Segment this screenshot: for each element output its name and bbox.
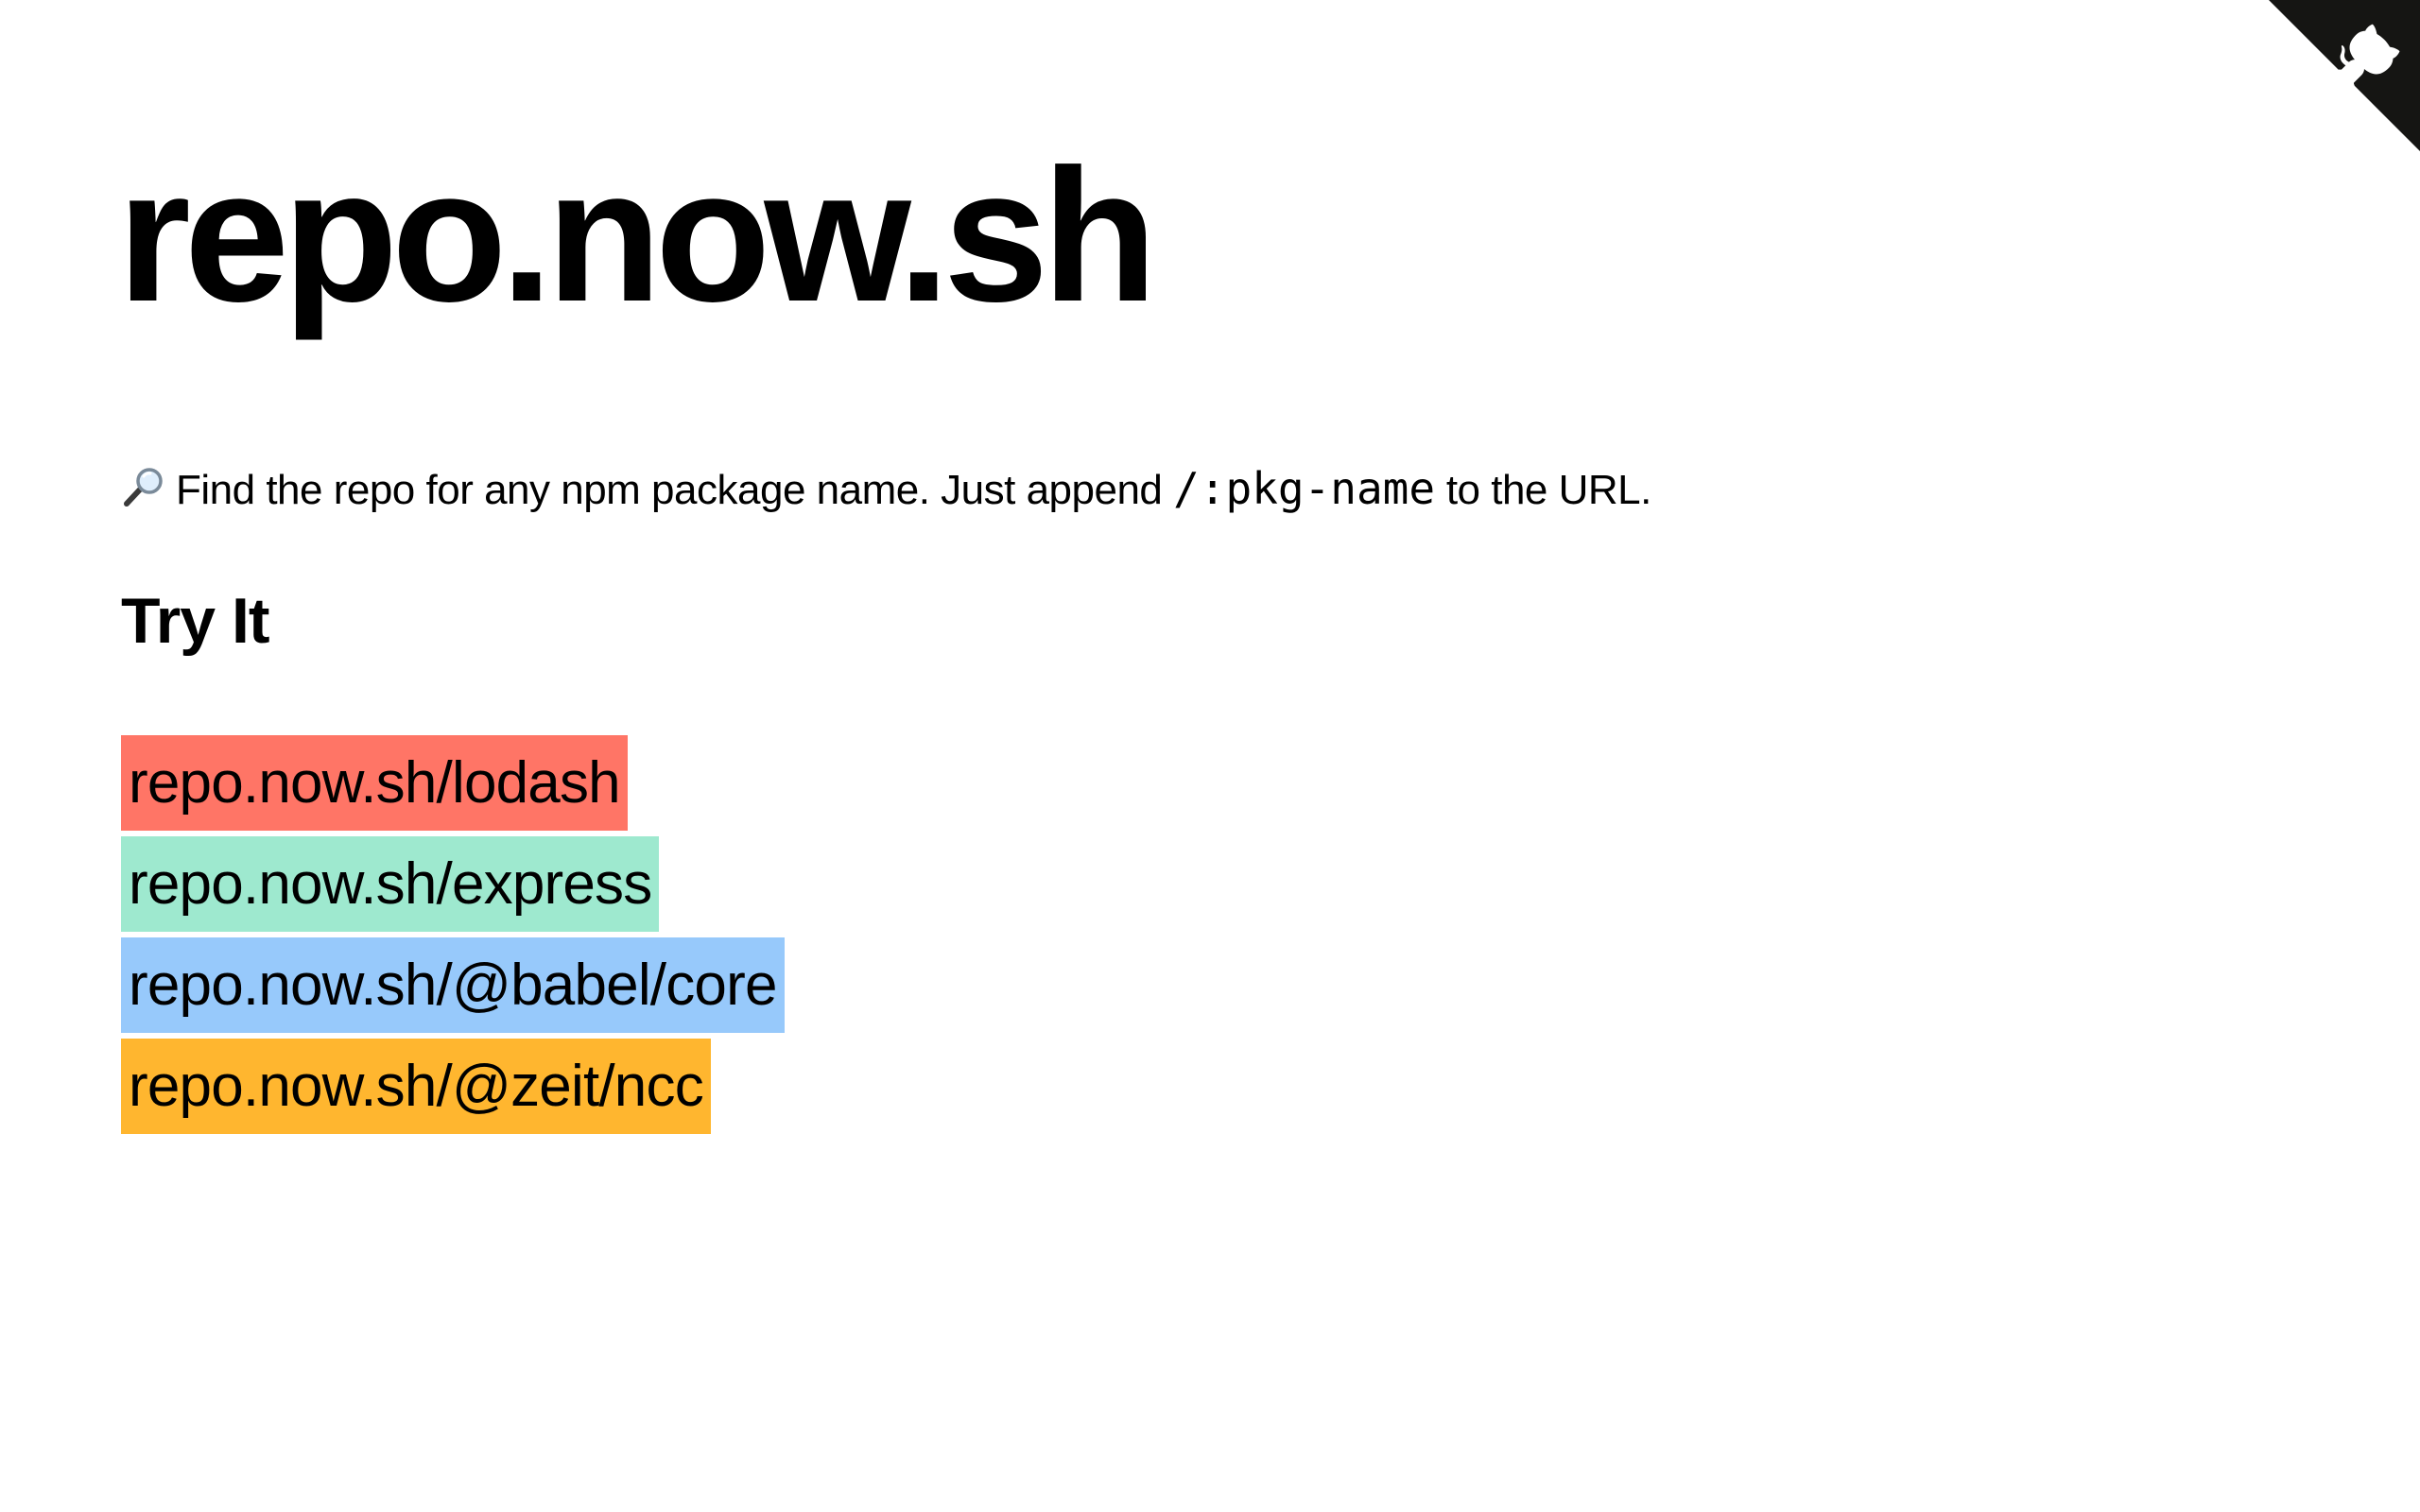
list-item: repo.now.sh/express xyxy=(121,836,785,932)
intro-code: /:pkg-name xyxy=(1173,463,1436,514)
github-corner-link[interactable] xyxy=(2269,0,2420,151)
list-item: repo.now.sh/lodash xyxy=(121,735,785,831)
github-octocat-icon xyxy=(2269,0,2420,151)
page-title: repo.now.sh xyxy=(117,130,1157,341)
intro-text: Find the repo for any npm package name. … xyxy=(121,463,1651,516)
intro-text-before: Find the repo for any npm package name. … xyxy=(176,467,1163,513)
example-link-lodash[interactable]: repo.now.sh/lodash xyxy=(121,735,628,831)
list-item: repo.now.sh/@babel/core xyxy=(121,937,785,1033)
try-it-heading: Try It xyxy=(121,585,269,657)
magnifying-glass-icon xyxy=(121,464,166,509)
example-links-list: repo.now.sh/lodash repo.now.sh/express r… xyxy=(121,735,785,1140)
example-link-zeit-ncc[interactable]: repo.now.sh/@zeit/ncc xyxy=(121,1039,711,1134)
example-link-babel-core[interactable]: repo.now.sh/@babel/core xyxy=(121,937,785,1033)
list-item: repo.now.sh/@zeit/ncc xyxy=(121,1039,785,1134)
page: repo.now.sh Find the repo for any npm pa… xyxy=(0,0,2420,1512)
example-link-express[interactable]: repo.now.sh/express xyxy=(121,836,660,932)
intro-text-after: to the URL. xyxy=(1445,467,1652,513)
